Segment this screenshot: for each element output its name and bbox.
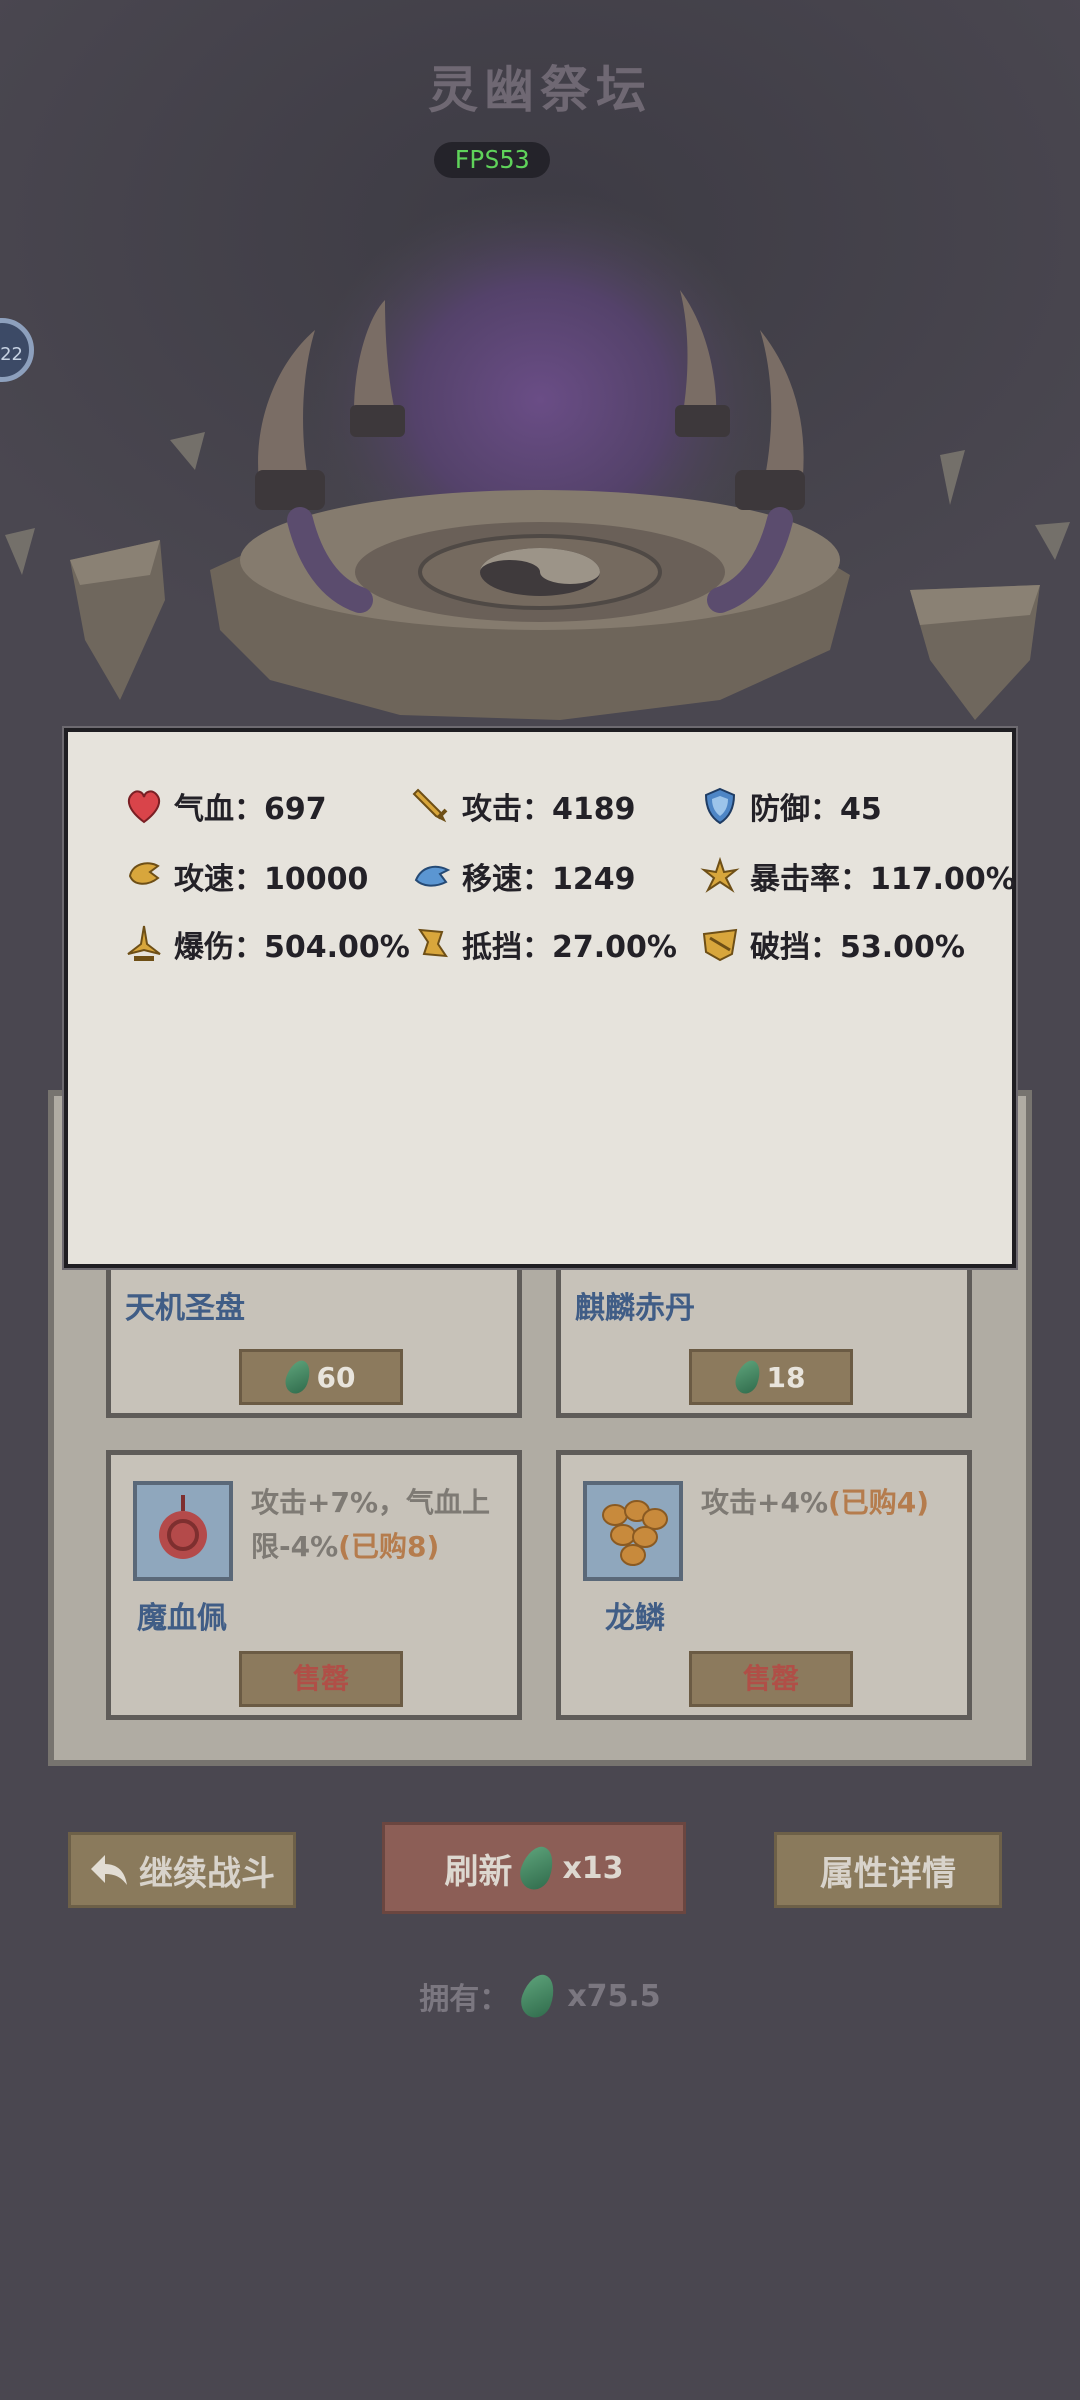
dragon-scale-icon [583,1481,683,1581]
buy-button[interactable]: 18 [689,1349,853,1405]
desc-line-2: 限-4%(已购8) [251,1530,440,1563]
attack-speed-icon [128,862,160,885]
item-description: 攻击+7%，气血上 限-4%(已购8) [251,1481,490,1569]
item-description: 攻击+4%(已购4) [701,1486,930,1519]
heart-icon [127,790,161,824]
back-arrow-icon [91,1855,127,1885]
refresh-button[interactable]: 刷新 x13 [382,1822,686,1914]
sword-icon [412,788,448,823]
stat-text: 破挡：53.00% [750,930,965,965]
shield-icon [704,787,736,825]
block-icon [418,928,448,958]
stat-text: 抵挡：27.00% [462,930,677,965]
stat-crit-damage: 爆伤：504.00% [124,922,410,966]
crit-damage-icon [127,925,161,961]
stat-break-block: 破挡：53.00% [700,922,965,966]
desc-line-1: 攻击+7%，气血上 [251,1486,490,1519]
stat-block: 抵挡：27.00% [412,922,677,966]
move-speed-icon [414,865,451,887]
game-scene: 灵幽祭坛 FPS53 22 天机圣盘 60 麒麟赤丹 18 攻击+7%，气血上 … [0,0,1080,2400]
shop-card-4[interactable]: 攻击+4%(已购4) 龙鳞 售罄 [556,1450,972,1720]
stat-text: 移速：1249 [462,862,636,897]
jade-currency-icon [281,1357,314,1397]
blood-pendant-icon [133,1481,233,1581]
price-label: 18 [766,1360,806,1394]
owned-label: 拥有： [419,1982,510,2017]
crit-rate-icon [700,856,740,893]
stat-move-speed: 移速：1249 [412,854,636,898]
price-label: 60 [316,1360,356,1394]
stat-defense: 防御：45 [700,784,882,828]
jade-currency-icon [515,1842,560,1894]
stat-text: 攻速：10000 [174,862,369,897]
owned-amount: x75.5 [567,1978,661,2014]
jade-currency-icon [731,1357,764,1397]
shop-card-3[interactable]: 攻击+7%，气血上 限-4%(已购8) 魔血佩 售罄 [106,1450,522,1720]
break-block-icon [702,928,738,962]
stat-text: 暴击率：117.00% [750,862,1016,897]
bought-count: (已购4) [828,1486,930,1519]
stat-text: 爆伤：504.00% [174,930,410,965]
stat-crit-rate: 暴击率：117.00% [700,854,1016,898]
continue-battle-button[interactable]: 继续战斗 [68,1832,296,1908]
bought-count: (已购8) [338,1530,440,1563]
stat-text: 攻击：4189 [462,792,636,827]
stat-attack: 攻击：4189 [412,784,636,828]
item-name: 天机圣盘 [125,1291,245,1326]
item-name: 麒麟赤丹 [575,1291,695,1326]
attribute-details-button[interactable]: 属性详情 [774,1832,1002,1908]
details-label: 属性详情 [820,1853,956,1894]
page-title: 灵幽祭坛 [428,60,652,119]
continue-label: 继续战斗 [139,1853,275,1894]
stat-text: 防御：45 [750,792,882,827]
item-name: 魔血佩 [137,1601,227,1636]
fps-counter: FPS53 [434,142,550,178]
stat-text: 气血：697 [174,792,327,827]
sold-out-button: 售罄 [239,1651,403,1707]
stat-attack-speed: 攻速：10000 [124,854,368,898]
buy-button[interactable]: 60 [239,1349,403,1405]
sold-out-button: 售罄 [689,1651,853,1707]
item-name: 龙鳞 [605,1601,665,1636]
refresh-label: 刷新 [444,1851,513,1892]
refresh-cost: x13 [562,1850,624,1886]
stats-popup[interactable]: 气血：697 攻击：4189 防御：45 攻速：10000 移速：1249 暴击… [64,728,1016,1268]
owned-currency: 拥有： x75.5 [0,1970,1080,2022]
jade-currency-icon [516,1970,560,2022]
stat-hp: 气血：697 [124,784,327,828]
